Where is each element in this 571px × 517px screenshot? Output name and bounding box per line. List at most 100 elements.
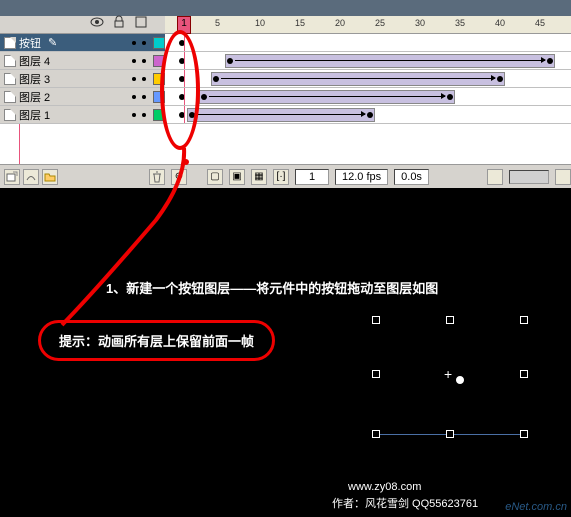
layer-info[interactable]: 图层 4 xyxy=(0,52,165,69)
ruler-tick: 15 xyxy=(295,18,305,28)
playhead[interactable]: 1 xyxy=(177,16,191,34)
keyframe[interactable] xyxy=(227,58,233,64)
selection-handle[interactable] xyxy=(372,370,380,378)
ruler-tick: 10 xyxy=(255,18,265,28)
header-ruler-bg xyxy=(165,0,571,16)
selection-handle[interactable] xyxy=(520,430,528,438)
scroll-track[interactable] xyxy=(509,170,549,184)
watermark: eNet.com.cn xyxy=(505,501,567,513)
credits-author: 作者：风花雪剑 QQ55623761 xyxy=(332,495,478,511)
modify-onion-markers-button[interactable]: [·] xyxy=(273,169,289,185)
new-layer-button[interactable] xyxy=(4,169,20,185)
layer-type-icon xyxy=(4,109,16,121)
keyframe[interactable] xyxy=(213,76,219,82)
elapsed-time-field: 0.0s xyxy=(394,169,429,185)
scroll-right-button[interactable] xyxy=(555,169,571,185)
delete-layer-button[interactable] xyxy=(149,169,165,185)
current-frame-field[interactable]: 1 xyxy=(295,169,329,185)
tween-arrow xyxy=(235,60,545,61)
keyframe[interactable] xyxy=(201,94,207,100)
tip-text: 提示：动画所有层上保留前面一帧 xyxy=(59,331,254,350)
frame-rate-field[interactable]: 12.0 fps xyxy=(335,169,388,185)
tween-span[interactable] xyxy=(211,72,505,86)
tween-arrow xyxy=(221,78,495,79)
ruler-tick: 45 xyxy=(535,18,545,28)
ruler-tick: 5 xyxy=(215,18,220,28)
layer-toggles[interactable] xyxy=(132,113,146,117)
selection-handle[interactable] xyxy=(372,316,380,324)
pencil-icon: ✎ xyxy=(48,36,57,49)
layer-frames[interactable] xyxy=(165,52,571,69)
instruction-text: 1、新建一个按钮图层——将元件中的按钮拖动至图层如图 xyxy=(106,278,438,297)
layer-color-box[interactable] xyxy=(153,37,165,49)
new-motion-guide-button[interactable] xyxy=(23,169,39,185)
keyframe[interactable] xyxy=(447,94,453,100)
lock-icon[interactable] xyxy=(112,15,126,34)
tween-span[interactable] xyxy=(225,54,555,68)
transform-center-icon[interactable] xyxy=(456,376,464,384)
layer-column-headers xyxy=(0,16,165,33)
layer-type-icon xyxy=(4,37,16,49)
layer-toggles[interactable] xyxy=(132,77,146,81)
layer-color-box[interactable] xyxy=(153,109,165,121)
timeline-header xyxy=(0,0,571,16)
tween-span[interactable] xyxy=(187,108,375,122)
layer-info[interactable]: 按钮 ✎ xyxy=(0,34,165,51)
header-left xyxy=(0,0,165,16)
selection-handle[interactable] xyxy=(446,430,454,438)
layer-name: 按钮 xyxy=(19,35,41,51)
onion-skin-outlines-button[interactable]: ▣ xyxy=(229,169,245,185)
layer-color-box[interactable] xyxy=(153,55,165,67)
selection-handle[interactable] xyxy=(520,316,528,324)
layer-row[interactable]: 按钮 ✎ xyxy=(0,34,571,52)
layer-toggles[interactable] xyxy=(132,59,146,63)
layer-type-icon xyxy=(4,91,16,103)
layer-toggles[interactable] xyxy=(132,95,146,99)
timeline-panel: 1 51015202530354045 按钮 ✎ 图层 4 图层 3 图层 2 xyxy=(0,0,571,188)
layer-type-icon xyxy=(4,55,16,67)
layer-row[interactable]: 图层 4 xyxy=(0,52,571,70)
layer-row[interactable]: 图层 3 xyxy=(0,70,571,88)
selection-handle[interactable] xyxy=(520,370,528,378)
ruler-tick: 35 xyxy=(455,18,465,28)
stage-area[interactable]: 1、新建一个按钮图层——将元件中的按钮拖动至图层如图 提示：动画所有层上保留前面… xyxy=(0,204,571,517)
layer-color-box[interactable] xyxy=(153,91,165,103)
ruler-tick: 25 xyxy=(375,18,385,28)
outline-icon[interactable] xyxy=(134,15,148,34)
center-frame-button[interactable]: ⊕ xyxy=(171,169,187,185)
layer-info[interactable]: 图层 2 xyxy=(0,88,165,105)
edit-multiple-frames-button[interactable]: ▦ xyxy=(251,169,267,185)
new-folder-button[interactable] xyxy=(42,169,58,185)
ruler-tick: 40 xyxy=(495,18,505,28)
layer-info[interactable]: 图层 3 xyxy=(0,70,165,87)
layer-color-box[interactable] xyxy=(153,73,165,85)
layers-empty-area[interactable] xyxy=(0,124,571,164)
layer-frames[interactable] xyxy=(165,106,571,123)
keyframe[interactable] xyxy=(497,76,503,82)
eye-icon[interactable] xyxy=(90,15,104,34)
layer-toggles[interactable] xyxy=(132,41,146,45)
layer-name: 图层 1 xyxy=(19,107,50,123)
tween-span[interactable] xyxy=(199,90,455,104)
keyframe[interactable] xyxy=(367,112,373,118)
layer-row[interactable]: 图层 1 xyxy=(0,106,571,124)
keyframe[interactable] xyxy=(547,58,553,64)
scroll-left-button[interactable] xyxy=(487,169,503,185)
layer-name: 图层 2 xyxy=(19,89,50,105)
frame-ruler[interactable]: 1 51015202530354045 xyxy=(165,16,571,33)
timeline-footer: ⊕ ▢ ▣ ▦ [·] 1 12.0 fps 0.0s xyxy=(0,164,571,188)
keyframe[interactable] xyxy=(189,112,195,118)
tween-arrow xyxy=(197,114,365,115)
layer-info[interactable]: 图层 1 xyxy=(0,106,165,123)
ruler-row: 1 51015202530354045 xyxy=(0,16,571,34)
playhead-number: 1 xyxy=(178,17,190,31)
layer-frames[interactable] xyxy=(165,34,571,51)
registration-point-icon: + xyxy=(444,366,452,382)
selection-handle[interactable] xyxy=(446,316,454,324)
onion-skin-button[interactable]: ▢ xyxy=(207,169,223,185)
selection-handle[interactable] xyxy=(372,430,380,438)
layer-row[interactable]: 图层 2 xyxy=(0,88,571,106)
layer-frames[interactable] xyxy=(165,88,571,105)
layer-frames[interactable] xyxy=(165,70,571,87)
tip-annotation: 提示：动画所有层上保留前面一帧 xyxy=(38,320,275,361)
